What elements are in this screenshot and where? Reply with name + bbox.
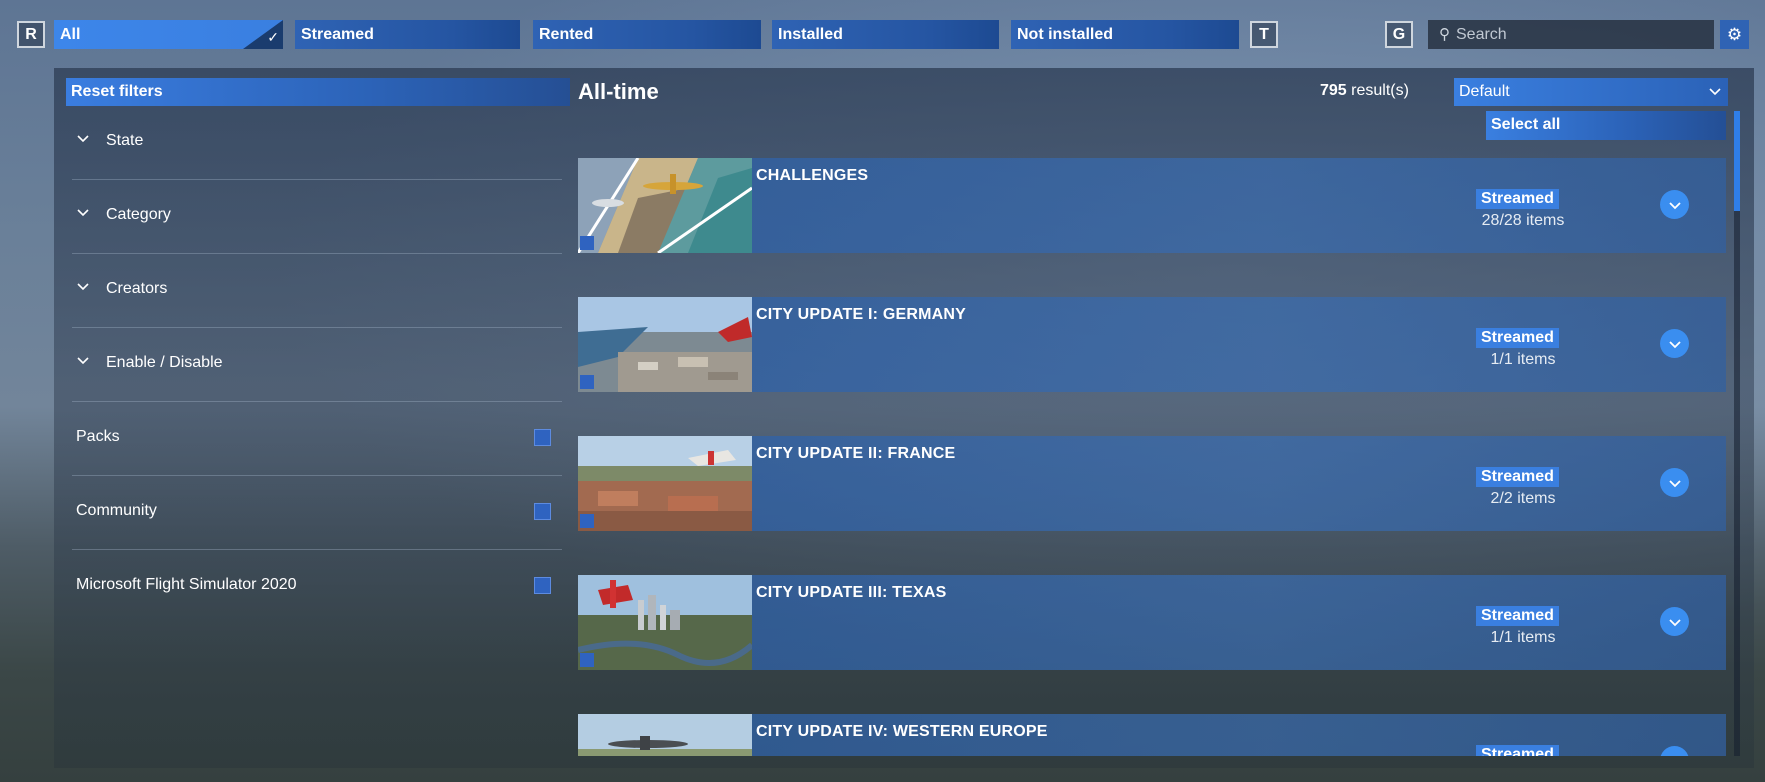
tab-installed[interactable]: Installed: [772, 20, 999, 49]
item-count: 1/1 items: [1490, 351, 1556, 368]
toggle-packs[interactable]: Packs: [72, 402, 562, 476]
chevron-down-icon: [1668, 754, 1682, 757]
tab-label: Rented: [539, 26, 594, 43]
status-badge: Streamed: [1476, 467, 1559, 487]
page-title: All-time: [578, 79, 659, 104]
chevron-down-icon: [77, 209, 89, 217]
status-badge: Streamed: [1476, 328, 1559, 348]
result-suffix: result(s): [1346, 82, 1409, 99]
list-item[interactable]: CITY UPDATE III: TEXAS Streamed 1/1 item…: [578, 575, 1726, 670]
item-title: CITY UPDATE IV: WESTERN EUROPE: [756, 723, 1048, 740]
tab-label: All: [60, 26, 81, 43]
expand-button[interactable]: [1660, 468, 1689, 497]
scrollbar[interactable]: [1734, 111, 1740, 756]
select-all-button[interactable]: Select all: [1486, 111, 1726, 140]
result-count: 795 result(s): [1320, 82, 1409, 100]
search-input[interactable]: [1456, 25, 1706, 44]
settings-button[interactable]: ⚙: [1720, 20, 1749, 49]
selection-marker: [580, 514, 594, 528]
accordion-category[interactable]: Category: [72, 180, 562, 254]
chevron-down-icon: [1668, 201, 1681, 209]
expand-button[interactable]: [1660, 190, 1689, 219]
accordion-label: Creators: [106, 280, 168, 297]
accordion-label: Category: [106, 206, 171, 223]
top-filter-bar: R All ✓ Streamed Rented Installed Not in…: [0, 0, 1765, 68]
sort-dropdown[interactable]: Default: [1454, 78, 1728, 106]
list-item[interactable]: CITY UPDATE II: FRANCE Streamed 2/2 item…: [578, 436, 1726, 531]
content-panel: Reset filters State Category Creators En…: [54, 68, 1754, 768]
accordion-label: State: [106, 132, 144, 149]
tab-all[interactable]: All ✓: [54, 20, 283, 49]
tab-label: Streamed: [301, 26, 374, 43]
content-list: CHALLENGES Streamed 28/28 items CITY UPD…: [578, 158, 1726, 756]
selection-marker: [580, 236, 594, 250]
item-title: CITY UPDATE I: GERMANY: [756, 306, 967, 323]
search-icon: ⚲: [1439, 25, 1450, 43]
scrollbar-thumb[interactable]: [1734, 111, 1740, 211]
checkbox[interactable]: [534, 429, 551, 446]
toggle-community[interactable]: Community: [72, 476, 562, 550]
accordion-state[interactable]: State: [72, 106, 562, 180]
list-item[interactable]: CHALLENGES Streamed 28/28 items: [578, 158, 1726, 253]
tab-label: Installed: [778, 26, 843, 43]
item-title: CITY UPDATE III: TEXAS: [756, 584, 947, 601]
key-hint-r[interactable]: R: [17, 21, 45, 48]
result-number: 795: [1320, 82, 1347, 99]
chevron-down-icon: [1668, 479, 1681, 487]
selection-marker: [580, 375, 594, 389]
toggle-label: Microsoft Flight Simulator 2020: [76, 576, 297, 593]
status-badge: Streamed: [1476, 189, 1559, 209]
status-badge: Streamed: [1476, 606, 1559, 626]
toggle-label: Community: [76, 502, 157, 519]
key-hint-t[interactable]: T: [1250, 21, 1278, 48]
thumbnail-image: [578, 158, 752, 253]
thumbnail-image: [578, 575, 752, 670]
thumbnail-image: [578, 297, 752, 392]
chevron-down-icon: [1709, 88, 1721, 96]
filter-sidebar: Reset filters State Category Creators En…: [54, 68, 570, 768]
chevron-down-icon: [1668, 340, 1681, 348]
item-count: 28/28 items: [1481, 212, 1565, 229]
expand-button[interactable]: [1660, 607, 1689, 636]
item-count: 1/1 items: [1490, 629, 1556, 646]
content-list-area: All-time 795 result(s) Default Select al…: [578, 68, 1754, 768]
accordion-enable-disable[interactable]: Enable / Disable: [72, 328, 562, 402]
tab-not-installed[interactable]: Not installed: [1011, 20, 1239, 49]
tab-rented[interactable]: Rented: [533, 20, 761, 49]
thumbnail-image: [578, 714, 752, 756]
toggle-msfs[interactable]: Microsoft Flight Simulator 2020: [72, 550, 562, 624]
checkbox[interactable]: [534, 577, 551, 594]
tab-streamed[interactable]: Streamed: [295, 20, 520, 49]
search-box[interactable]: ⚲: [1428, 20, 1714, 49]
gear-icon: ⚙: [1726, 24, 1743, 44]
tab-label: Not installed: [1017, 26, 1114, 43]
check-icon: ✓: [267, 29, 279, 45]
item-title: CITY UPDATE II: FRANCE: [756, 445, 956, 462]
toggle-label: Packs: [76, 428, 120, 445]
sort-value: Default: [1459, 83, 1510, 100]
accordion-creators[interactable]: Creators: [72, 254, 562, 328]
expand-button[interactable]: [1660, 746, 1689, 756]
chevron-down-icon: [77, 135, 89, 143]
expand-button[interactable]: [1660, 329, 1689, 358]
list-item[interactable]: CITY UPDATE IV: WESTERN EUROPE Streamed: [578, 714, 1726, 756]
reset-filters-button[interactable]: Reset filters: [66, 78, 570, 106]
selection-marker: [580, 653, 594, 667]
item-title: CHALLENGES: [756, 167, 869, 184]
accordion-label: Enable / Disable: [106, 354, 223, 371]
chevron-down-icon: [1668, 618, 1681, 626]
chevron-down-icon: [77, 283, 89, 291]
status-badge: Streamed: [1476, 745, 1559, 756]
list-item[interactable]: CITY UPDATE I: GERMANY Streamed 1/1 item…: [578, 297, 1726, 392]
item-count: 2/2 items: [1490, 490, 1556, 507]
chevron-down-icon: [77, 357, 89, 365]
checkbox[interactable]: [534, 503, 551, 520]
thumbnail-image: [578, 436, 752, 531]
key-hint-g[interactable]: G: [1385, 21, 1413, 48]
